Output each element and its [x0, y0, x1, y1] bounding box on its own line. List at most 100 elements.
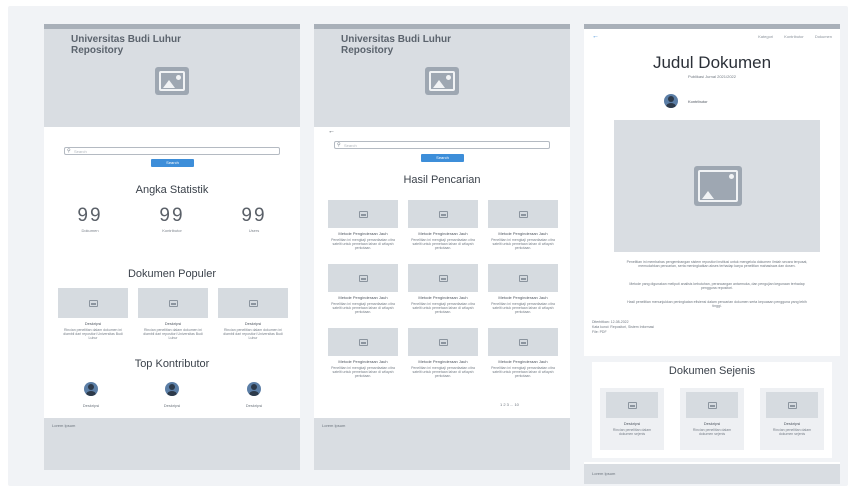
- stat-documents: 99 Dokumen: [60, 206, 120, 234]
- card-title: Deskripsi: [783, 421, 801, 426]
- doc-thumbnail: [606, 392, 658, 418]
- card-title: Deskripsi: [623, 421, 641, 426]
- result-card[interactable]: Metode Penginderaan Jauh Penelitian ini m…: [488, 264, 558, 314]
- card-title: Metode Penginderaan Jauh: [338, 231, 388, 236]
- popular-doc-card[interactable]: Deskripsi Rincian penelitian dalam dokum…: [138, 288, 208, 340]
- related-cards: Deskripsi Rincian penelitian dalam dokum…: [592, 380, 832, 458]
- card-description: Rincian penelitian dalam dokumen ini dia…: [143, 328, 203, 340]
- related-doc-card[interactable]: Deskripsi Rincian penelitian dalam dokum…: [760, 388, 824, 450]
- document-icon: [358, 338, 368, 346]
- related-section: Dokumen Sejenis Deskripsi Rincian peneli…: [584, 356, 840, 462]
- card-description: Rincian penelitian dalam dokumen sejenis: [612, 428, 652, 436]
- doc-thumbnail: [58, 288, 128, 318]
- doc-thumbnail: [766, 392, 818, 418]
- footer-text: Lorem Ipsum: [592, 471, 616, 476]
- card-description: Rincian penelitian dalam dokumen sejenis: [772, 428, 812, 436]
- doc-thumbnail: [328, 200, 398, 228]
- document-icon: [627, 401, 637, 409]
- top-bar: [584, 24, 840, 29]
- result-card[interactable]: Metode Penginderaan Jauh Penelitian ini m…: [408, 264, 478, 314]
- popular-doc-card[interactable]: Deskripsi Rincian penelitian dalam dokum…: [58, 288, 128, 340]
- card-description: Penelitian ini mengkaji pemanfaatan citr…: [491, 366, 555, 378]
- document-subtitle: Publikasi Jurnal 2021/2022: [687, 74, 737, 79]
- popular-doc-card[interactable]: Deskripsi Rincian penelitian dalam dokum…: [218, 288, 288, 340]
- result-card[interactable]: Metode Penginderaan Jauh Penelitian ini m…: [328, 200, 398, 250]
- document-icon: [358, 210, 368, 218]
- back-arrow-icon[interactable]: ←: [328, 128, 335, 135]
- card-title: Deskripsi: [164, 321, 182, 326]
- detail-page-panel: ← Kategori Kontributor Dokumen Judul Dok…: [584, 24, 840, 484]
- result-card[interactable]: Metode Penginderaan Jauh Penelitian ini m…: [328, 328, 398, 378]
- contributor-name: Deskripsi: [82, 403, 100, 408]
- doc-thumbnail: [218, 288, 288, 318]
- card-title: Metode Penginderaan Jauh: [498, 231, 548, 236]
- page-footer: Lorem Ipsum: [584, 464, 840, 484]
- abstract-paragraph: Penelitian ini membahas pengembangan sis…: [626, 260, 808, 269]
- stat-contributors: 99 Kontributor: [142, 206, 202, 234]
- contributor-item[interactable]: Deskripsi: [71, 382, 111, 408]
- result-card[interactable]: Metode Penginderaan Jauh Penelitian ini m…: [328, 264, 398, 314]
- document-icon: [248, 299, 258, 307]
- document-icon: [518, 338, 528, 346]
- document-icon: [358, 274, 368, 282]
- stat-label: Kontributor: [162, 228, 182, 233]
- image-placeholder-icon: [155, 67, 189, 95]
- avatar-icon: [664, 94, 678, 108]
- meta-line: File: PDF: [592, 330, 607, 334]
- repository-title: Universitas Budi Luhur Repository: [71, 34, 182, 56]
- author-name: Kontributor: [688, 99, 708, 104]
- abstract-paragraph: Metode yang digunakan meliputi analisis …: [629, 282, 805, 291]
- stat-label: Dokumen: [81, 228, 99, 233]
- repository-title: Universitas Budi Luhur Repository: [341, 34, 452, 56]
- nav-link-kategori[interactable]: Kategori: [758, 34, 773, 39]
- hero-banner: Universitas Budi Luhur Repository: [314, 29, 570, 127]
- result-card[interactable]: Metode Penginderaan Jauh Penelitian ini m…: [408, 328, 478, 378]
- nav-link-kontributor[interactable]: Kontributor: [784, 34, 804, 39]
- card-title: Metode Penginderaan Jauh: [418, 231, 468, 236]
- card-title: Deskripsi: [703, 421, 721, 426]
- card-title: Metode Penginderaan Jauh: [418, 295, 468, 300]
- result-card[interactable]: Metode Penginderaan Jauh Penelitian ini m…: [488, 328, 558, 378]
- author-row[interactable]: Kontributor: [664, 94, 764, 110]
- back-arrow-icon[interactable]: ←: [592, 33, 599, 40]
- nav-links: Kategori Kontributor Dokumen: [748, 34, 832, 39]
- related-doc-card[interactable]: Deskripsi Rincian penelitian dalam dokum…: [680, 388, 744, 450]
- document-icon: [88, 299, 98, 307]
- abstract-paragraph: Hasil penelitian menunjukkan peningkatan…: [627, 300, 807, 309]
- related-heading: Dokumen Sejenis: [592, 362, 832, 380]
- search-button[interactable]: Search: [421, 154, 464, 162]
- card-description: Penelitian ini mengkaji pemanfaatan citr…: [491, 302, 555, 314]
- doc-thumbnail: [408, 264, 478, 292]
- card-description: Penelitian ini mengkaji pemanfaatan citr…: [331, 302, 395, 314]
- footer-text: Lorem Ipsum: [52, 423, 76, 428]
- avatar-icon: [165, 382, 179, 396]
- search-input[interactable]: ⚲ Search: [334, 141, 550, 149]
- search-input[interactable]: ⚲ Search: [64, 147, 280, 155]
- stat-users: 99 Users: [224, 206, 284, 234]
- contributor-item[interactable]: Deskripsi: [152, 382, 192, 408]
- pagination[interactable]: 1 2 3 ... 10: [500, 402, 519, 407]
- footer-text: Lorem Ipsum: [322, 423, 346, 428]
- card-description: Penelitian ini mengkaji pemanfaatan citr…: [411, 366, 475, 378]
- contributor-item[interactable]: Deskripsi: [234, 382, 274, 408]
- related-doc-card[interactable]: Deskripsi Rincian penelitian dalam dokum…: [600, 388, 664, 450]
- result-card[interactable]: Metode Penginderaan Jauh Penelitian ini m…: [488, 200, 558, 250]
- image-placeholder-icon: [425, 67, 459, 95]
- page-footer: Lorem Ipsum: [314, 418, 570, 470]
- card-description: Penelitian ini mengkaji pemanfaatan citr…: [411, 238, 475, 250]
- home-page-panel: Universitas Budi Luhur Repository ⚲ Sear…: [44, 24, 300, 470]
- search-placeholder: Search: [344, 143, 357, 148]
- stat-label: Users: [248, 228, 260, 233]
- search-button[interactable]: Search: [151, 159, 194, 167]
- card-title: Deskripsi: [244, 321, 262, 326]
- card-title: Metode Penginderaan Jauh: [498, 295, 548, 300]
- document-icon: [168, 299, 178, 307]
- doc-thumbnail: [138, 288, 208, 318]
- card-description: Penelitian ini mengkaji pemanfaatan citr…: [331, 238, 395, 250]
- nav-link-dokumen[interactable]: Dokumen: [815, 34, 832, 39]
- card-title: Metode Penginderaan Jauh: [338, 295, 388, 300]
- result-card[interactable]: Metode Penginderaan Jauh Penelitian ini m…: [408, 200, 478, 250]
- document-title: Judul Dokumen: [652, 53, 772, 72]
- doc-thumbnail: [686, 392, 738, 418]
- wireframe-canvas: Universitas Budi Luhur Repository ⚲ Sear…: [8, 6, 848, 486]
